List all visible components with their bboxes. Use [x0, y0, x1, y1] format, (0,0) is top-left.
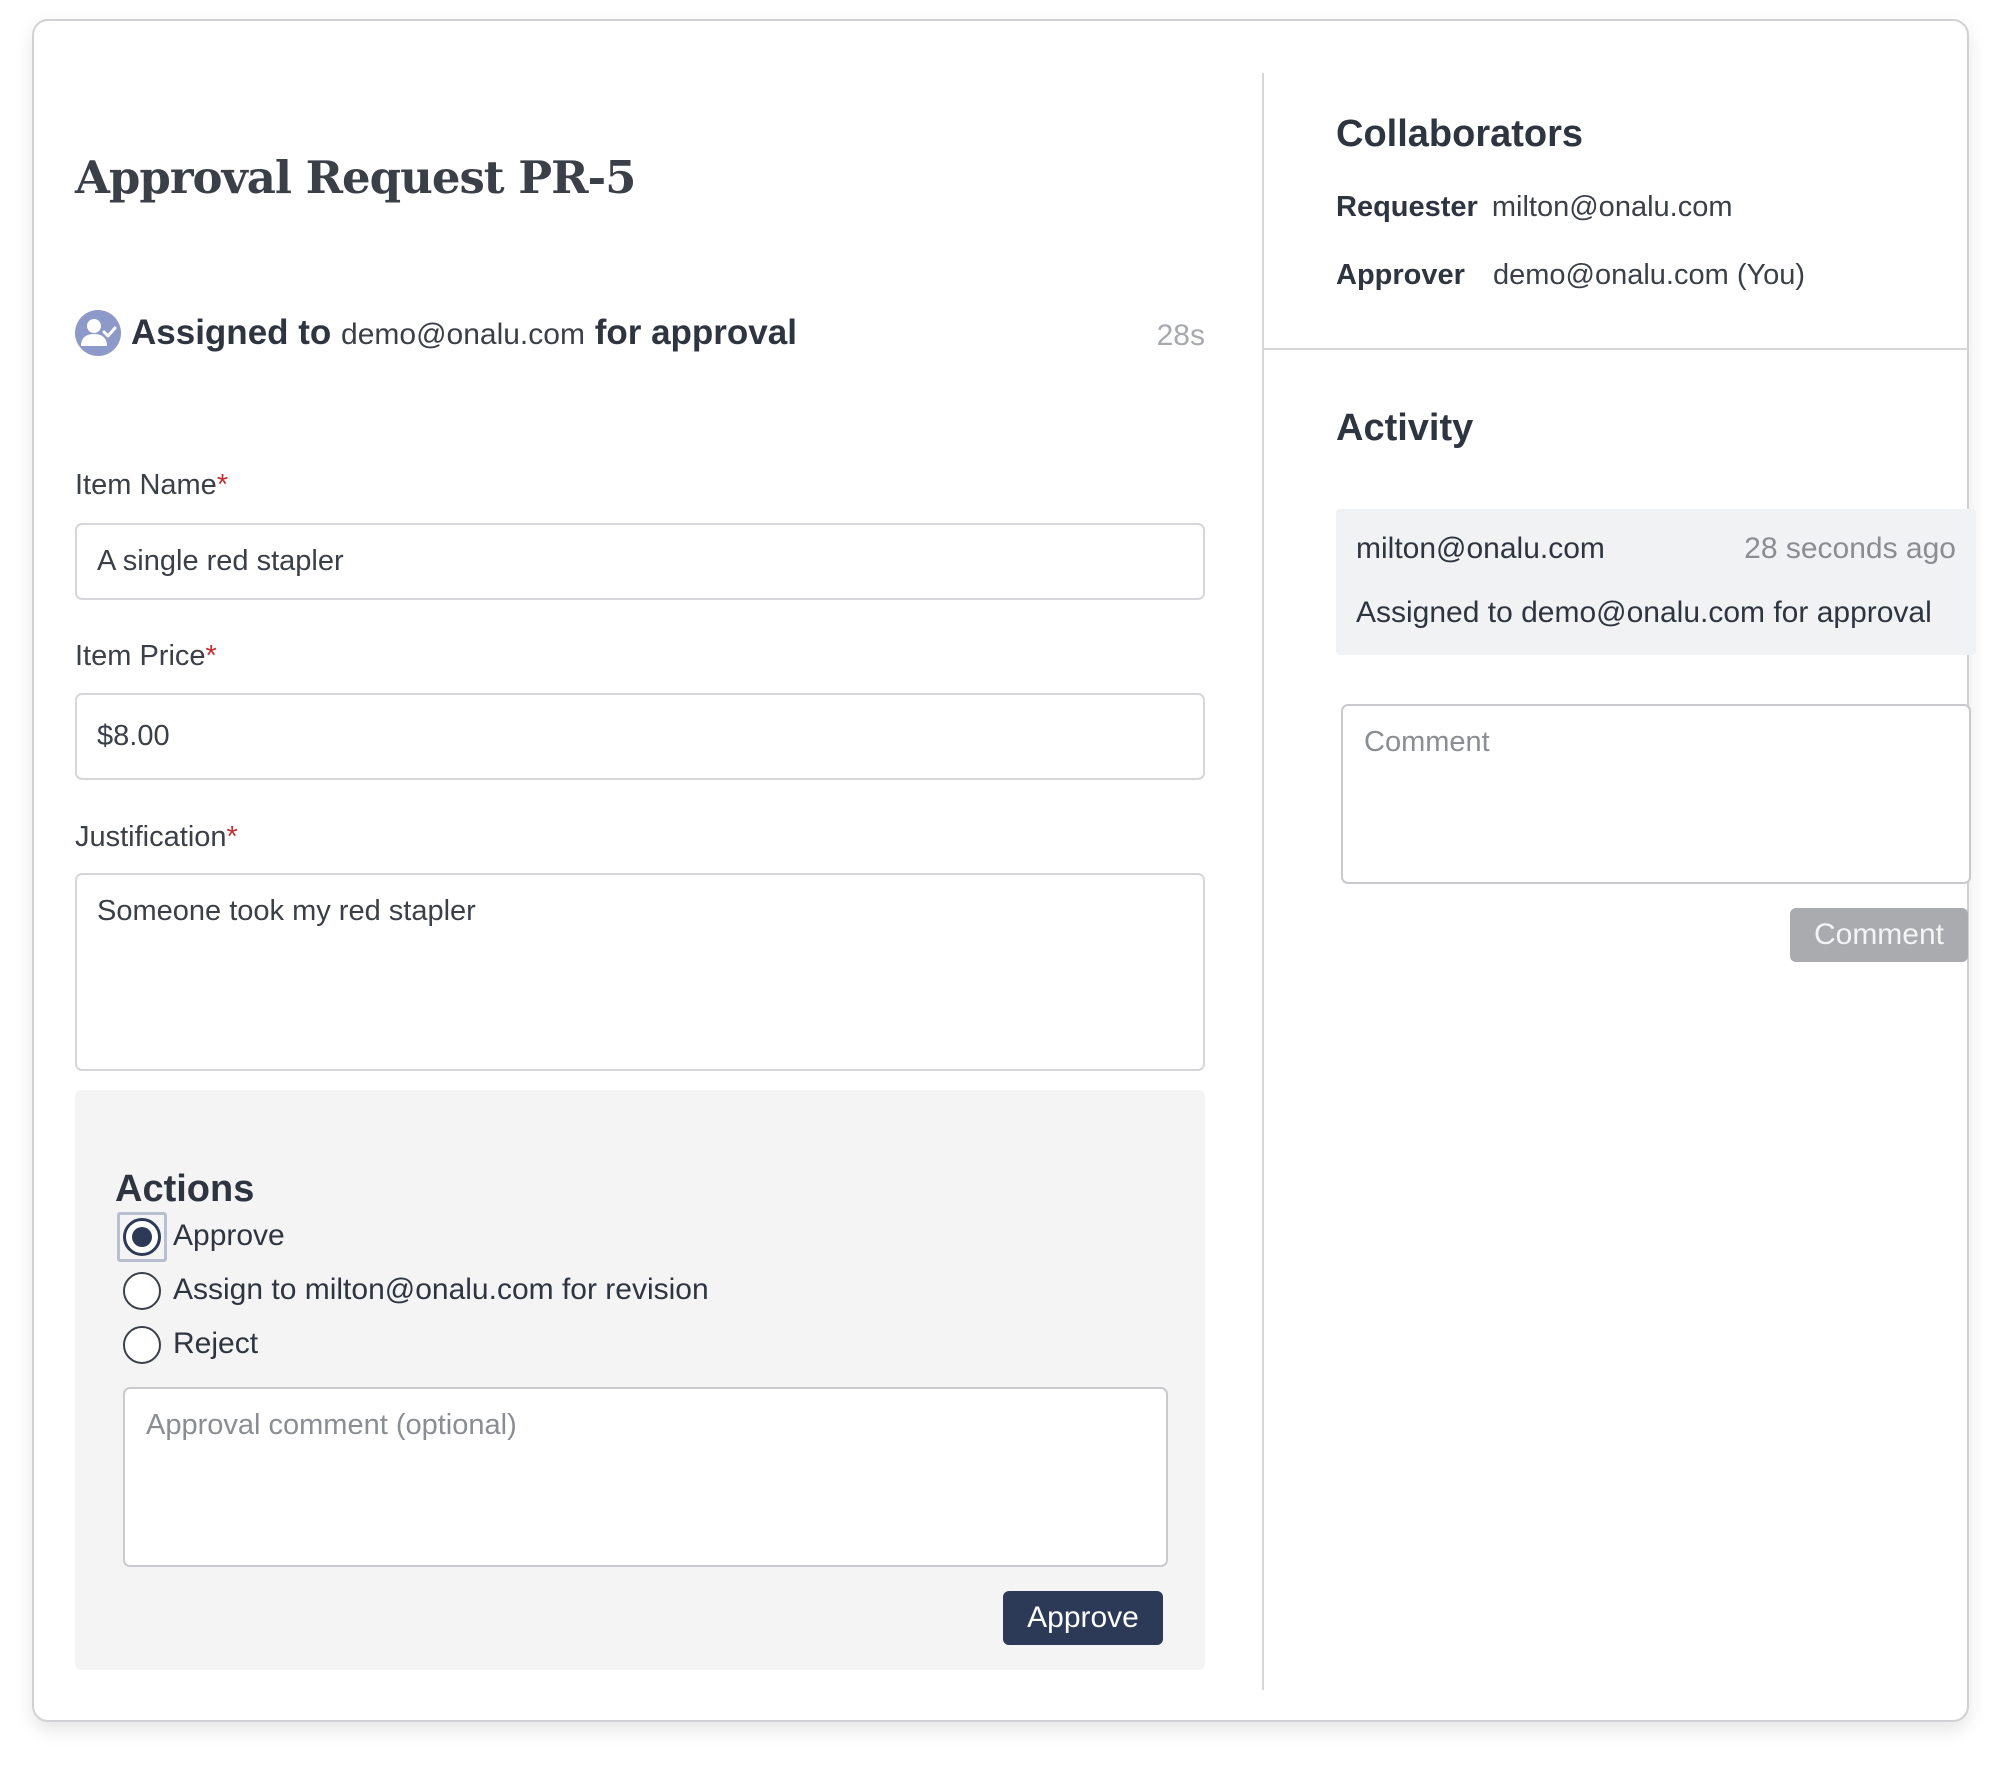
assignment-status: Assigned to demo@onalu.com for approval …: [75, 309, 1205, 359]
activity-time: 28 seconds ago: [1744, 532, 1956, 565]
requester-row: Requester milton@onalu.com: [1336, 191, 1733, 224]
activity-author: milton@onalu.com: [1356, 532, 1605, 565]
user-check-icon: [75, 310, 121, 356]
comment-button[interactable]: Comment: [1790, 908, 1968, 962]
approver-email: demo@onalu.com (You): [1492, 259, 1806, 291]
section-divider: [1264, 348, 1969, 350]
item-name-label-text: Item Name: [75, 469, 217, 501]
required-marker: *: [216, 469, 229, 501]
item-name-label: Item Name*: [75, 469, 228, 502]
radio-approve[interactable]: Approve: [117, 1212, 1023, 1262]
item-price-label-text: Item Price: [75, 640, 206, 672]
requester-email: milton@onalu.com: [1491, 191, 1733, 223]
request-form-column: Approval Request PR-5 Assigned to demo@o…: [75, 21, 1205, 1720]
request-window: Approval Request PR-5 Assigned to demo@o…: [32, 19, 1976, 1722]
assignee-email: demo@onalu.com: [341, 318, 585, 351]
approver-row: Approver demo@onalu.com (You): [1336, 259, 1805, 292]
item-name-field[interactable]: A single red stapler: [75, 523, 1205, 600]
approver-label: Approver: [1336, 259, 1465, 291]
collaborators-title: Collaborators: [1336, 113, 1584, 155]
radio-button[interactable]: [123, 1272, 161, 1310]
radio-approve-label[interactable]: Approve: [173, 1219, 285, 1253]
radio-assign-revision-label[interactable]: Assign to milton@onalu.com for revision: [173, 1273, 709, 1307]
justification-field[interactable]: Someone took my red stapler: [75, 873, 1205, 1071]
justification-value: Someone took my red stapler: [97, 895, 476, 927]
radio-assign-revision[interactable]: Assign to milton@onalu.com for revision: [123, 1269, 1023, 1313]
item-name-value: A single red stapler: [97, 545, 344, 577]
assignment-suffix: for approval: [594, 313, 797, 352]
required-marker: *: [226, 821, 238, 853]
item-price-label: Item Price*: [75, 640, 217, 673]
page-title: Approval Request PR-5: [75, 151, 636, 204]
item-price-field[interactable]: $8.00: [75, 693, 1205, 780]
radio-button-checked[interactable]: [123, 1218, 161, 1256]
comment-placeholder: Comment: [1364, 726, 1490, 758]
item-price-value: $8.00: [97, 720, 170, 752]
actions-panel: Actions Approve Assign to milton@onalu.c…: [75, 1090, 1205, 1670]
radio-reject-label[interactable]: Reject: [173, 1327, 258, 1361]
justification-label: Justification*: [75, 821, 238, 854]
activity-title: Activity: [1336, 407, 1474, 449]
required-marker: *: [205, 640, 217, 672]
sidebar: Collaborators Requester milton@onalu.com…: [1264, 21, 1976, 1720]
assignment-prefix: Assigned to: [131, 313, 332, 352]
activity-entry: milton@onalu.com 28 seconds ago Assigned…: [1336, 509, 1976, 655]
comment-input[interactable]: Comment: [1341, 704, 1971, 884]
approval-comment-placeholder: Approval comment (optional): [146, 1409, 517, 1441]
assignment-text: Assigned to demo@onalu.com for approval: [131, 313, 797, 353]
approve-button[interactable]: Approve: [1003, 1591, 1163, 1645]
actions-title: Actions: [115, 1168, 255, 1210]
activity-text: Assigned to demo@onalu.com for approval: [1356, 596, 1932, 629]
justification-label-text: Justification: [75, 821, 227, 853]
requester-label: Requester: [1336, 191, 1478, 223]
assignment-time: 28s: [1156, 319, 1205, 352]
radio-reject[interactable]: Reject: [123, 1323, 1023, 1367]
radio-button[interactable]: [123, 1326, 161, 1364]
approval-comment-input[interactable]: Approval comment (optional): [123, 1387, 1168, 1567]
